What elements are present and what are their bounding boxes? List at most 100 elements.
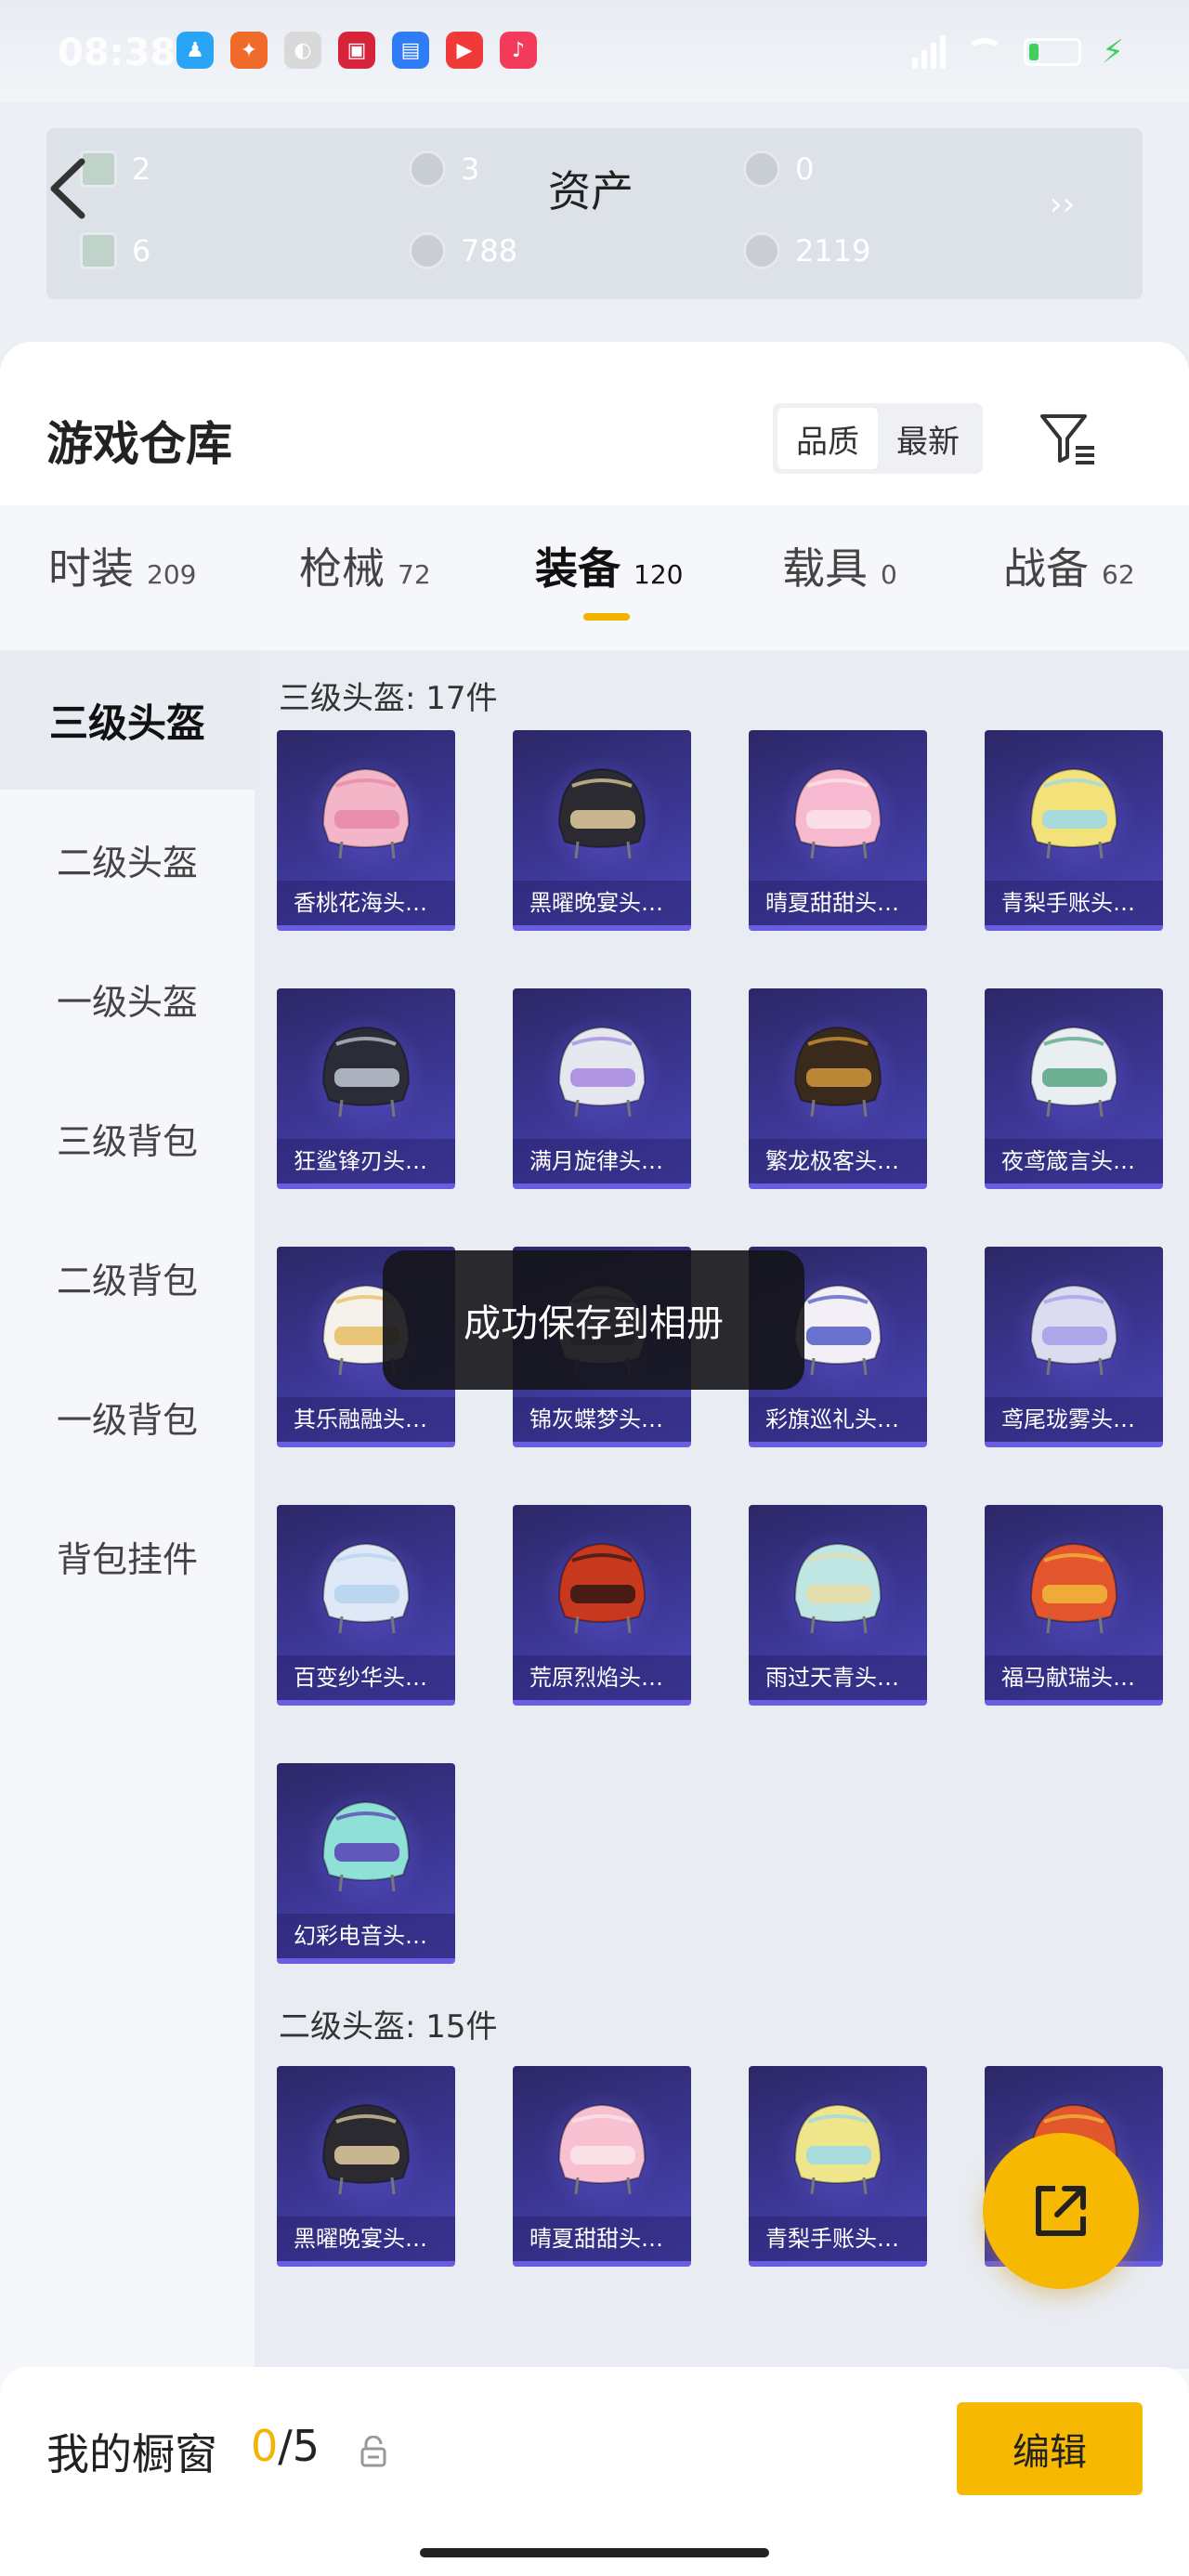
item-name: 雨过天青头… — [749, 1655, 927, 1700]
item-card[interactable]: 青梨手账头… — [985, 730, 1163, 931]
calendar-icon: ▤ — [392, 32, 429, 69]
silver-coin-icon — [409, 232, 446, 269]
item-name: 黑曜晚宴头… — [277, 2216, 455, 2261]
item-name: 青梨手账头… — [749, 2216, 927, 2261]
item-card[interactable]: 夜鸢箴言头… — [985, 988, 1163, 1189]
sidebar-item-level2-helmet[interactable]: 二级头盔 — [0, 790, 255, 929]
charging-icon: ⚡ — [1102, 33, 1124, 71]
active-tab-indicator — [583, 613, 630, 621]
filter-icon[interactable] — [1039, 409, 1098, 468]
toast-message: 成功保存到相册 — [383, 1250, 804, 1390]
helmet-image — [321, 767, 411, 859]
sort-by-newest-button[interactable]: 最新 — [878, 408, 978, 469]
helmet-image — [557, 1542, 647, 1634]
item-card[interactable]: 黑曜晚宴头… — [513, 730, 691, 931]
warehouse-header: 游戏仓库 品质 最新 — [0, 342, 1189, 505]
helmet-image — [557, 2103, 647, 2195]
signal-icon — [912, 35, 947, 69]
sidebar-item-level3-helmet[interactable]: 三级头盔 — [0, 650, 255, 790]
item-name: 幻彩电音头… — [277, 1914, 455, 1958]
item-card[interactable]: 幻彩电音头… — [277, 1763, 455, 1964]
item-card[interactable]: 荒原烈焰头… — [513, 1505, 691, 1706]
card-icon — [80, 232, 117, 269]
chevron-right-icon[interactable]: ›› — [1050, 186, 1075, 223]
item-name: 锦灰蝶梦头… — [513, 1397, 691, 1442]
item-name: 狂鲨锋刃头… — [277, 1139, 455, 1183]
gold-coin-icon — [743, 232, 780, 269]
item-name: 福马献瑞头… — [985, 1655, 1163, 1700]
tab-guns[interactable]: 枪械 72 — [299, 535, 431, 596]
coin-icon — [409, 150, 446, 188]
edit-button[interactable]: 编辑 — [957, 2402, 1143, 2495]
asset-item: 2119 — [743, 232, 870, 269]
helmet-image — [1029, 1284, 1118, 1376]
item-grid: 三级头盔: 17件 二级头盔: 15件 香桃花海头… 黑曜晚宴头… 晴夏甜甜头… 青梨… — [255, 650, 1189, 2369]
item-name: 香桃花海头… — [277, 881, 455, 925]
medal-icon — [743, 150, 780, 188]
helmet-image — [793, 2103, 882, 2195]
item-card[interactable]: 黑曜晚宴头… — [277, 2066, 455, 2267]
photo-icon: ◐ — [284, 32, 321, 69]
item-card[interactable]: 百变纱华头… — [277, 1505, 455, 1706]
item-name: 青梨手账头… — [985, 881, 1163, 925]
sidebar-item-level1-helmet[interactable]: 一级头盔 — [0, 929, 255, 1068]
status-app-icons: ♟ ✦ ◐ ▣ ▤ ▶ ♪ — [176, 32, 537, 69]
tab-equipment[interactable]: 装备 120 — [535, 535, 683, 596]
sidebar-item-level1-backpack[interactable]: 一级背包 — [0, 1347, 255, 1486]
showcase-count: 0/5 — [251, 2421, 320, 2471]
helmet-image — [321, 1800, 411, 1892]
status-indicators: ⚡ — [912, 33, 1124, 71]
category-tabs: 时装 209 枪械 72 装备 120 载具 0 战备 62 — [0, 505, 1189, 621]
helmet-image — [1029, 1542, 1118, 1634]
tab-vehicles[interactable]: 载具 0 — [782, 535, 897, 596]
item-card[interactable]: 繁龙极客头… — [749, 988, 927, 1189]
sort-toggle: 品质 最新 — [773, 403, 983, 474]
helmet-image — [557, 1026, 647, 1118]
item-card[interactable]: 满月旋律头… — [513, 988, 691, 1189]
tab-fashion[interactable]: 时装 209 — [48, 535, 196, 596]
share-button[interactable] — [983, 2133, 1139, 2289]
status-bar: 08:38 ♟ ✦ ◐ ▣ ▤ ▶ ♪ ⚡ — [0, 0, 1189, 102]
helmet-image — [557, 767, 647, 859]
sort-by-quality-button[interactable]: 品质 — [777, 408, 878, 469]
share-icon — [1036, 2186, 1086, 2236]
video-icon: ▶ — [446, 32, 483, 69]
item-card[interactable]: 香桃花海头… — [277, 730, 455, 931]
helmet-image — [793, 1026, 882, 1118]
sidebar-item-level2-backpack[interactable]: 二级背包 — [0, 1208, 255, 1347]
group-title: 三级头盔: 17件 — [279, 680, 498, 717]
helmet-image — [1029, 767, 1118, 859]
item-card[interactable]: 晴夏甜甜头… — [749, 730, 927, 931]
item-name: 夜鸢箴言头… — [985, 1139, 1163, 1183]
status-time: 08:38 — [58, 32, 176, 74]
item-name: 黑曜晚宴头… — [513, 881, 691, 925]
item-name: 繁龙极客头… — [749, 1139, 927, 1183]
group-title: 二级头盔: 15件 — [279, 2008, 498, 2046]
asset-item: 6 — [80, 232, 150, 269]
item-name: 鸢尾珑雾头… — [985, 1397, 1163, 1442]
item-card[interactable]: 雨过天青头… — [749, 1505, 927, 1706]
item-name: 满月旋律头… — [513, 1139, 691, 1183]
item-card[interactable]: 晴夏甜甜头… — [513, 2066, 691, 2267]
item-name: 荒原烈焰头… — [513, 1655, 691, 1700]
asset-item: 0 — [743, 150, 814, 188]
item-card[interactable]: 鸢尾珑雾头… — [985, 1247, 1163, 1447]
back-arrow-icon[interactable] — [45, 156, 91, 221]
item-name: 晴夏甜甜头… — [513, 2216, 691, 2261]
item-name: 其乐融融头… — [277, 1397, 455, 1442]
sidebar-item-level3-backpack[interactable]: 三级背包 — [0, 1068, 255, 1208]
helmet-image — [793, 767, 882, 859]
item-card[interactable]: 福马献瑞头… — [985, 1505, 1163, 1706]
wifi-icon — [966, 38, 1004, 66]
home-indicator — [420, 2548, 769, 2557]
helmet-image — [321, 2103, 411, 2195]
item-card[interactable]: 狂鲨锋刃头… — [277, 988, 455, 1189]
tab-supplies[interactable]: 战备 62 — [1003, 535, 1135, 596]
page-title: 资产 — [548, 166, 634, 216]
game-icon: ✦ — [230, 32, 268, 69]
item-card[interactable]: 青梨手账头… — [749, 2066, 927, 2267]
lock-icon — [360, 2436, 386, 2467]
music-icon: ♪ — [500, 32, 537, 69]
sidebar-item-backpack-charm[interactable]: 背包挂件 — [0, 1486, 255, 1626]
helmet-image — [321, 1026, 411, 1118]
